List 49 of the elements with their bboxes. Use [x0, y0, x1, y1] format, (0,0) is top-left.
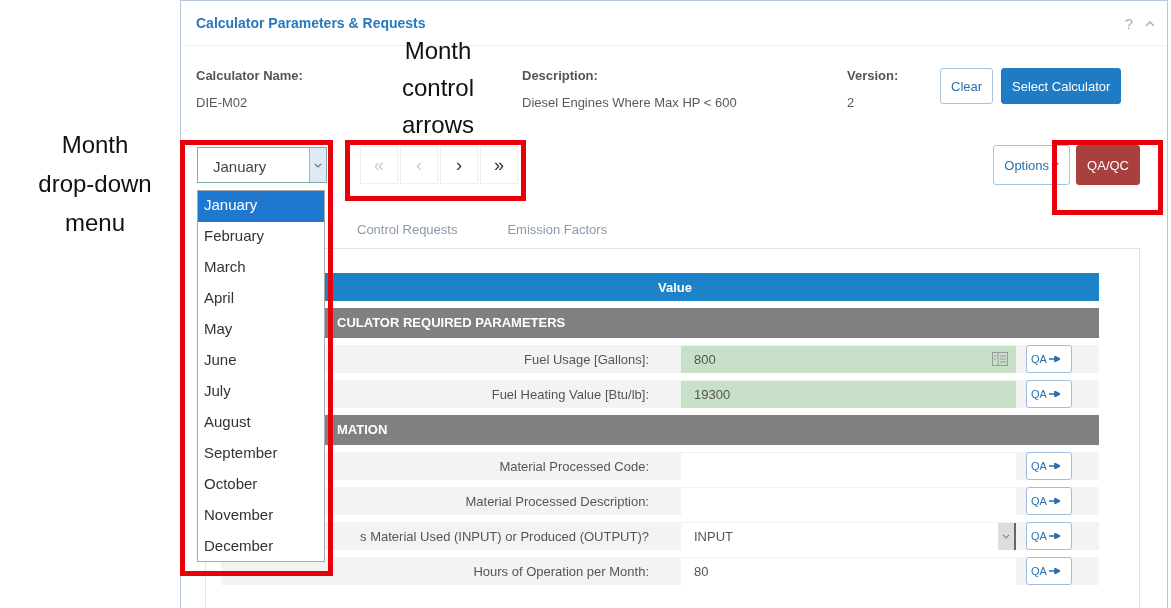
clear-button[interactable]: Clear [940, 68, 994, 104]
month-option[interactable]: January [198, 191, 324, 222]
annotation-label: Month control arrows [400, 36, 475, 140]
month-option[interactable]: March [198, 253, 324, 284]
field-value: 2 [847, 95, 855, 110]
arrow-icon [1048, 533, 1060, 539]
select-field[interactable]: INPUT [681, 522, 1016, 550]
qa-button[interactable]: QA [1026, 557, 1072, 585]
qa-qc-button[interactable]: QA/QC [1076, 145, 1140, 185]
field-label: Material Processed Code: [498, 458, 650, 474]
arrow-icon [1048, 356, 1060, 362]
text-field[interactable]: 80 [681, 557, 1016, 585]
month-option[interactable]: November [198, 501, 324, 532]
qa-button[interactable]: QA [1026, 522, 1072, 550]
field-value: Diesel Engines Where Max HP < 600 [522, 95, 737, 110]
select-calculator-button[interactable]: Select Calculator [1001, 68, 1122, 104]
arrow-icon [1048, 391, 1060, 397]
month-option[interactable]: July [198, 377, 324, 408]
table-icon[interactable] [992, 352, 1008, 366]
qa-button[interactable]: QA [1026, 380, 1072, 408]
month-nav-button[interactable]: » [480, 146, 518, 184]
field-label: Description: [522, 68, 598, 83]
month-option[interactable]: October [198, 470, 324, 501]
qa-button[interactable]: QA [1026, 345, 1072, 373]
field-label: Hours of Operation per Month: [472, 563, 650, 579]
caret-icon [1002, 533, 1010, 539]
collapse-icon[interactable] [1145, 19, 1155, 27]
month-nav-button[interactable]: › [440, 146, 478, 184]
month-option[interactable]: December [198, 532, 324, 563]
text-field[interactable]: 19300 [681, 380, 1016, 408]
text-field[interactable]: 800 [681, 345, 1016, 373]
options-button[interactable]: Options [993, 145, 1071, 185]
month-select[interactable]: January [197, 147, 327, 183]
field-label: Version: [847, 68, 899, 83]
arrow-icon [1048, 498, 1060, 504]
field-label: s Material Used (INPUT) or Produced (OUTPUT)? [359, 528, 650, 544]
field-label: Calculator Name: [196, 68, 303, 83]
month-option[interactable]: February [198, 222, 324, 253]
field-label: Material Processed Description: [464, 493, 650, 509]
month-option[interactable]: June [198, 346, 324, 377]
field-value: DIE-M02 [196, 95, 248, 110]
qa-button[interactable]: QA [1026, 452, 1072, 480]
qa-button[interactable]: QA [1026, 487, 1072, 515]
panel-title: Calculator Parameters & Requests [196, 15, 427, 31]
arrow-icon [1048, 463, 1060, 469]
caret-icon [314, 162, 322, 168]
column-header: Value [658, 279, 693, 295]
arrow-icon [1048, 568, 1060, 574]
annotation-label: Month drop-down menu [37, 130, 153, 238]
